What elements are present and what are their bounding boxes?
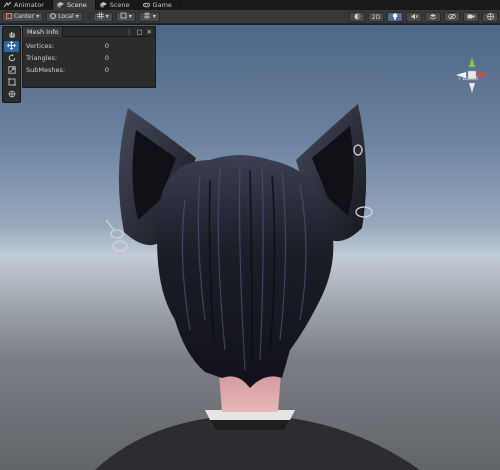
scene-icon xyxy=(99,2,107,8)
rect-tool-button[interactable] xyxy=(4,77,19,88)
submeshes-value: 0 xyxy=(104,65,109,74)
neg-x-axis-cone xyxy=(478,72,488,78)
editor-tab-bar: Animator Scene Scene Game xyxy=(0,0,500,10)
scene-view-options: 2D xyxy=(349,12,498,22)
triangles-value: 0 xyxy=(104,53,109,62)
animator-icon xyxy=(4,2,11,8)
tab-game[interactable]: Game xyxy=(139,0,181,10)
pivot-space-label: Local xyxy=(58,13,74,20)
rotate-icon xyxy=(8,53,16,64)
mesh-stat-row: Vertices: 0 xyxy=(23,40,155,51)
hand-icon xyxy=(8,30,16,40)
move-arrows-icon xyxy=(7,41,16,52)
grid-plane-icon xyxy=(143,12,151,21)
pivot-mode-label: Center xyxy=(14,13,35,20)
snap-icon xyxy=(120,12,127,21)
rotate-tool-button[interactable] xyxy=(4,53,19,64)
view-orientation-gizmo[interactable] xyxy=(452,53,492,111)
increment-snap-button[interactable]: ▾ xyxy=(115,11,136,22)
camera-settings-dropdown[interactable] xyxy=(463,12,479,22)
view-direction-text: Back xyxy=(462,74,479,82)
effects-dropdown[interactable] xyxy=(425,12,441,22)
grid-snapping-button[interactable]: ▾ xyxy=(92,11,113,22)
local-space-icon xyxy=(50,12,57,21)
lighting-toggle[interactable] xyxy=(387,12,403,22)
game-icon xyxy=(142,2,150,8)
toggle-2d-label: 2D xyxy=(371,13,381,21)
tab-animator[interactable]: Animator xyxy=(0,0,53,10)
draw-mode-button[interactable] xyxy=(349,12,365,22)
tab-scene-label: Scene xyxy=(66,1,87,9)
mesh-info-tab[interactable]: Mesh Info xyxy=(23,26,64,37)
mesh-info-panel: Mesh Info ⋮ □ ✕ Vertices: 0 Triangles: 0… xyxy=(22,26,156,88)
scene-icon xyxy=(56,2,64,8)
chevron-down-icon: ▾ xyxy=(75,13,79,20)
lightbulb-icon xyxy=(392,12,398,22)
hidden-objects-toggle[interactable] xyxy=(444,12,460,22)
gizmos-dropdown[interactable] xyxy=(482,12,498,22)
scene-toolbar: Center ▾ Local ▾ ▾ ▾ ▾ 2D xyxy=(0,10,500,24)
transform-combo-icon xyxy=(8,90,16,100)
y-axis-cone xyxy=(469,57,475,67)
mesh-info-header: Mesh Info ⋮ □ ✕ xyxy=(23,26,155,37)
speaker-muted-icon xyxy=(411,13,418,22)
tab-scene-active[interactable]: Scene xyxy=(52,0,96,10)
mesh-stat-row: SubMeshes: 0 xyxy=(23,64,155,75)
globe-icon xyxy=(486,12,494,22)
shading-sphere-icon xyxy=(354,13,361,22)
mesh-info-stats: Vertices: 0 Triangles: 0 SubMeshes: 0 xyxy=(23,37,155,75)
hand-tool-button[interactable] xyxy=(4,29,19,40)
chevron-left-icon: ‹ xyxy=(458,74,461,82)
tab-scene-2-label: Scene xyxy=(109,1,130,9)
chevron-down-icon: ▾ xyxy=(152,13,156,20)
transform-tool-button[interactable] xyxy=(4,89,19,100)
triangles-label: Triangles: xyxy=(26,53,58,62)
mesh-info-title: Mesh Info xyxy=(27,27,59,36)
chevron-down-icon: ▾ xyxy=(105,13,109,20)
scale-tool-button[interactable] xyxy=(4,65,19,76)
effects-layers-icon xyxy=(429,13,437,22)
avatar-model-render xyxy=(95,104,420,470)
chevron-down-icon: ▾ xyxy=(128,13,132,20)
vertices-value: 0 xyxy=(104,41,109,50)
pivot-icon xyxy=(6,12,12,21)
close-icon[interactable]: ✕ xyxy=(147,28,152,36)
pivot-mode-dropdown[interactable]: Center ▾ xyxy=(2,11,44,22)
grid-icon xyxy=(96,12,104,21)
transform-tools-strip xyxy=(2,26,21,103)
audio-toggle[interactable] xyxy=(406,12,422,22)
move-tool-button[interactable] xyxy=(4,41,19,52)
pivot-space-dropdown[interactable]: Local ▾ xyxy=(46,11,83,22)
rect-transform-icon xyxy=(7,77,16,88)
vertices-label: Vertices: xyxy=(26,41,55,50)
grid-visibility-button[interactable]: ▾ xyxy=(138,11,160,22)
maximize-icon[interactable]: □ xyxy=(136,28,142,36)
submeshes-label: SubMeshes: xyxy=(26,65,66,74)
view-direction-label[interactable]: ‹ Back xyxy=(458,74,478,82)
chevron-down-icon: ▾ xyxy=(36,13,40,20)
eye-slash-icon xyxy=(448,13,456,22)
tab-game-label: Game xyxy=(152,1,172,9)
toolbar-divider xyxy=(88,12,90,21)
scale-icon xyxy=(7,65,16,76)
toggle-2d-button[interactable]: 2D xyxy=(368,12,384,22)
tab-animator-label: Animator xyxy=(14,1,44,9)
panel-controls: ⋮ □ ✕ xyxy=(126,28,155,36)
kebab-menu-icon[interactable]: ⋮ xyxy=(126,28,133,36)
mesh-stat-row: Triangles: 0 xyxy=(23,52,155,63)
camera-icon xyxy=(467,13,475,22)
tab-scene-2[interactable]: Scene xyxy=(96,0,139,10)
scene-viewport[interactable]: ‹ Back xyxy=(0,25,500,470)
